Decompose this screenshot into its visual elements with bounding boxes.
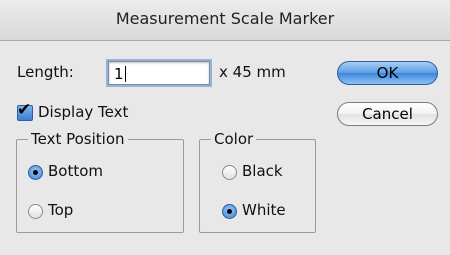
radio-white-label[interactable]: White bbox=[242, 201, 286, 219]
window-title: Measurement Scale Marker bbox=[115, 9, 335, 28]
cancel-button[interactable]: Cancel bbox=[337, 102, 438, 126]
radio-bottom[interactable] bbox=[28, 165, 43, 180]
dialog-content: Length: 1 x 45 mm OK Cancel ✔ Display Te… bbox=[0, 41, 450, 255]
length-unit-label: x 45 mm bbox=[219, 63, 286, 81]
display-text-label[interactable]: Display Text bbox=[38, 103, 128, 121]
length-input[interactable]: 1 bbox=[108, 61, 210, 85]
radio-white[interactable] bbox=[222, 204, 237, 219]
color-group: Color Black White bbox=[199, 130, 316, 233]
radio-bottom-label[interactable]: Bottom bbox=[48, 162, 103, 180]
radio-black-label[interactable]: Black bbox=[242, 162, 283, 180]
display-text-checkbox[interactable]: ✔ bbox=[17, 100, 33, 121]
length-value: 1 bbox=[114, 65, 124, 83]
text-position-group: Text Position Bottom Top bbox=[16, 130, 184, 233]
text-position-legend: Text Position bbox=[28, 130, 128, 148]
ok-button[interactable]: OK bbox=[337, 61, 438, 85]
radio-top-label[interactable]: Top bbox=[48, 201, 73, 219]
radio-black[interactable] bbox=[222, 165, 237, 180]
length-label: Length: bbox=[17, 63, 74, 81]
text-caret bbox=[124, 66, 126, 82]
measurement-scale-marker-dialog: Measurement Scale Marker Length: 1 x 45 … bbox=[0, 0, 450, 255]
title-bar[interactable]: Measurement Scale Marker bbox=[0, 0, 450, 41]
checkmark-icon: ✔ bbox=[17, 100, 32, 120]
color-legend: Color bbox=[211, 130, 257, 148]
radio-top[interactable] bbox=[28, 204, 43, 219]
